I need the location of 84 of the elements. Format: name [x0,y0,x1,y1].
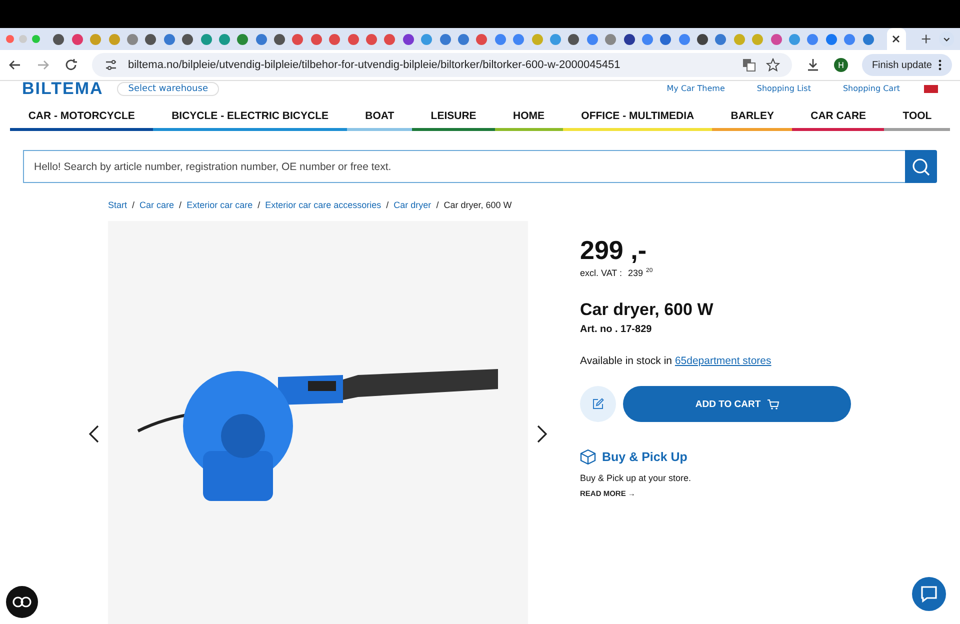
breadcrumb-link[interactable]: Car care [140,200,174,210]
nav-item[interactable]: BOAT [346,105,412,131]
logo[interactable]: BILTEMA [22,81,104,97]
breadcrumb-separator: / [436,200,439,210]
vat-label: excl. VAT : [580,268,622,278]
nav-item[interactable]: CAR - MOTORCYCLE [10,105,154,131]
close-icon[interactable] [890,33,902,45]
chat-icon [919,584,939,604]
search-button[interactable] [905,150,937,183]
site-settings-icon[interactable] [104,58,118,72]
header-link[interactable]: My Car Theme [666,83,725,95]
breadcrumb-separator: / [386,200,389,210]
pickup-text: Buy & Pick up at your store. [580,473,692,483]
url-text: biltema.no/bilpleie/utvendig-bilpleie/tilbehor-for-utvendig-bilpleie/biltorker/biltorker-600-w-2000045451 [128,59,620,71]
stores-link[interactable]: 65department stores [674,355,772,367]
nav-item[interactable]: TOOL [884,105,950,131]
tab-favicon-icon[interactable] [402,34,414,44]
breadcrumb-link[interactable]: Start [108,200,128,210]
forward-icon[interactable] [36,58,50,72]
translate-icon[interactable] [742,58,756,72]
profile-avatar[interactable]: H [834,58,848,72]
vat-cents: 20 [646,268,653,274]
back-icon[interactable] [8,58,22,72]
edit-icon [592,398,604,410]
vat-price: 239 [628,268,644,278]
download-icon[interactable] [806,58,820,72]
tab-favicon-icon[interactable] [256,34,267,44]
nav-item[interactable]: HOME [494,105,563,131]
pickup-title: Buy & Pick Up [602,450,688,464]
tab-favicon-icon[interactable] [697,34,708,44]
more-icon [938,59,942,71]
star-icon[interactable] [766,58,780,72]
cookie-icon [12,596,32,608]
tab-favicon-icon[interactable] [53,34,64,44]
breadcrumb-link[interactable]: Exterior car care [186,200,253,210]
tab-favicon-icon[interactable] [237,34,248,44]
cookie-settings-button[interactable] [6,586,38,618]
breadcrumb-separator: / [179,200,182,210]
finish-update-button[interactable]: Finish update [862,54,952,76]
tab-favicon-icon[interactable] [770,34,782,44]
breadcrumb-separator: / [258,200,260,210]
address-bar[interactable]: biltema.no/bilpleie/utvendig-bilpleie/tilbehor-for-utvendig-bilpleie/biltorker/biltorker-600-w-2000045451 [92,53,792,77]
tab-favicon-icon[interactable] [660,34,672,44]
stock-text: Available in stock in [580,355,672,367]
reload-icon[interactable] [64,58,78,72]
box-icon [580,449,596,465]
tab-favicon-icon[interactable] [568,34,580,44]
header-link[interactable]: Shopping Cart [842,83,900,95]
nav-item[interactable]: BARLEY [712,105,792,131]
tab-favicon-icon[interactable] [458,34,469,44]
tab-favicon-icon[interactable] [862,34,874,44]
header-link[interactable]: Shopping List [756,83,811,95]
tab-favicon-icon[interactable] [164,34,175,44]
previous-image-icon[interactable] [88,425,100,443]
tab-favicon-icon[interactable] [440,34,451,44]
tab-favicon-icon[interactable] [145,34,156,44]
warehouse-selector[interactable]: Select warehouse [117,82,219,96]
add-to-list-button[interactable] [580,386,616,422]
nav-item[interactable]: LEISURE [412,105,495,131]
chat-button[interactable] [912,577,946,611]
tab-favicon-icon[interactable] [274,34,286,44]
search-field[interactable]: Hello! Search by article number, registration number, OE number or free text. [23,150,905,183]
nav-item[interactable]: CAR CARE [792,105,884,131]
breadcrumb-separator: / [132,200,135,210]
product-title: Car dryer, 600 W [580,300,714,320]
add-to-cart-button[interactable]: ADD TO CART [623,386,851,422]
article-number: Art. no . 17-829 [580,324,653,335]
tab-favicon-icon[interactable] [624,34,634,44]
breadcrumb-link[interactable]: Car dryer [394,200,432,210]
window-controls-icon[interactable] [6,35,40,43]
tab-favicon-icon[interactable] [826,34,837,44]
breadcrumb-current: Car dryer, 600 W [444,200,512,210]
active-tab[interactable] [886,28,906,50]
new-tab-icon[interactable] [921,33,932,45]
nav-item[interactable]: BICYCLE - ELECTRIC BICYCLE [153,105,347,131]
search-icon [911,156,931,176]
tab-favicon-icon[interactable] [182,34,194,44]
tab-favicon-icon[interactable] [72,34,83,44]
price: 299 ,- [580,235,648,265]
breadcrumb-link[interactable]: Exterior car care accessories [265,200,382,210]
nav-item[interactable]: OFFICE - MULTIMEDIA [562,105,712,131]
cart-icon [766,398,779,410]
tab-favicon-icon[interactable] [715,34,726,44]
next-image-icon[interactable] [536,425,548,443]
